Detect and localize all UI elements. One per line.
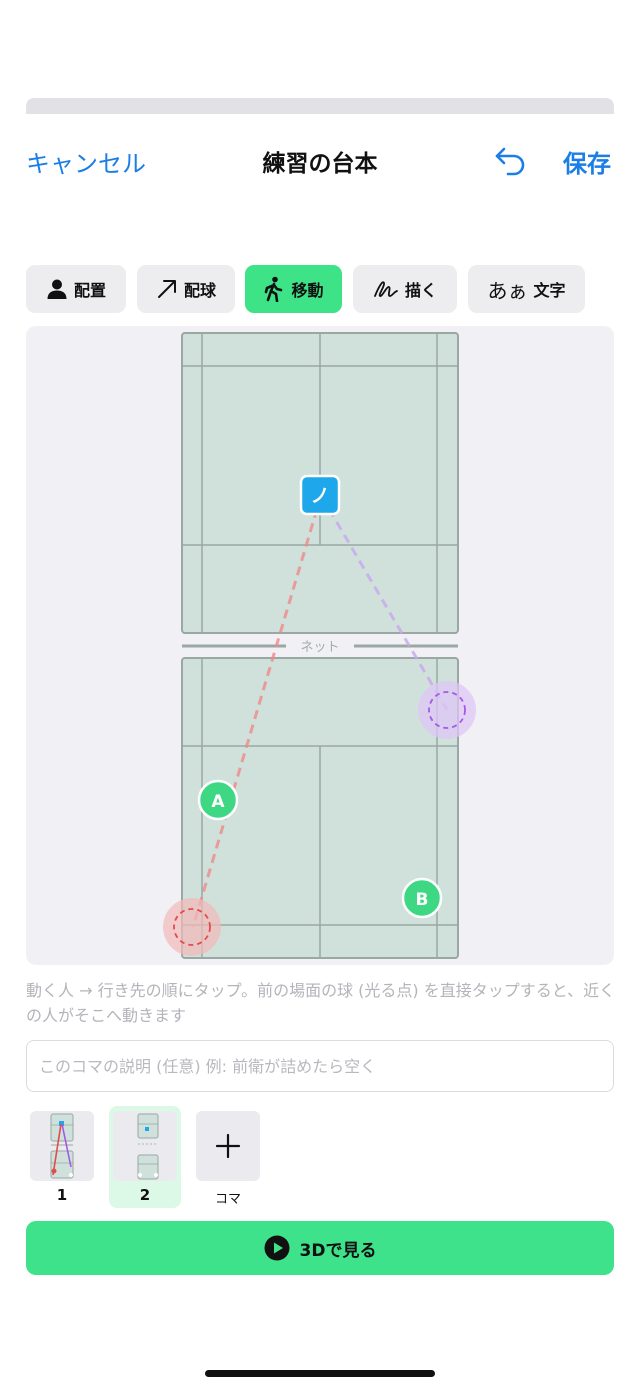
navigation-bar: キャンセル 練習の台本 保存: [0, 138, 640, 182]
scribble-icon: [374, 281, 398, 297]
frame-thumbnail: [113, 1111, 177, 1181]
tool-label: 文字: [533, 281, 566, 300]
red-target-marker[interactable]: [163, 898, 221, 956]
cancel-button[interactable]: キャンセル: [26, 144, 146, 179]
player-a[interactable]: A: [197, 779, 239, 821]
frame-number: 1: [56, 1186, 68, 1204]
tool-move[interactable]: 移動: [245, 265, 342, 313]
tool-label: 配置: [73, 281, 106, 300]
frame-strip: 1 2 コマ: [26, 1106, 626, 1212]
view-3d-button[interactable]: 3Dで見る: [26, 1221, 614, 1275]
tool-pass[interactable]: 配球: [137, 265, 235, 313]
tool-label: 描く: [404, 281, 437, 300]
frame-2[interactable]: 2: [109, 1106, 181, 1208]
text-icon: あぁ: [487, 278, 528, 303]
person-icon: [47, 279, 67, 299]
tool-text[interactable]: あぁ 文字: [468, 265, 585, 313]
player-b[interactable]: B: [401, 877, 443, 919]
player-label: ノ: [310, 485, 329, 507]
tool-label: 配球: [183, 281, 216, 300]
add-frame-button[interactable]: [196, 1111, 260, 1181]
purple-target-marker[interactable]: [418, 681, 476, 739]
tool-place[interactable]: 配置: [26, 265, 126, 313]
player-label: B: [416, 890, 429, 910]
frame-1[interactable]: 1: [26, 1106, 98, 1208]
net: ネット: [182, 640, 458, 655]
sheet-top-edge: [26, 98, 614, 114]
player-no[interactable]: ノ: [299, 474, 341, 516]
court-canvas[interactable]: ネット ノ A B: [26, 326, 614, 965]
instruction-text: 動く人 → 行き先の順にタップ。前の場面の球 (光る点) を直接タップすると、近…: [26, 981, 616, 1025]
home-indicator: [205, 1370, 435, 1377]
undo-icon[interactable]: [490, 140, 530, 180]
arrow-up-right-icon: [157, 280, 176, 298]
frame-thumbnail: [30, 1111, 94, 1181]
add-frame-label: コマ: [214, 1192, 241, 1207]
save-button[interactable]: 保存: [563, 144, 611, 179]
net-label: ネット: [300, 640, 339, 655]
description-input[interactable]: [26, 1040, 614, 1092]
play-circle-icon: [264, 1235, 290, 1261]
frame-number: 2: [139, 1186, 151, 1204]
view-3d-label: 3Dで見る: [299, 1240, 377, 1261]
plus-icon: [215, 1133, 241, 1159]
tool-label: 移動: [291, 281, 324, 300]
walking-icon: [265, 276, 283, 302]
player-label: A: [211, 792, 225, 812]
tool-draw[interactable]: 描く: [353, 265, 457, 313]
